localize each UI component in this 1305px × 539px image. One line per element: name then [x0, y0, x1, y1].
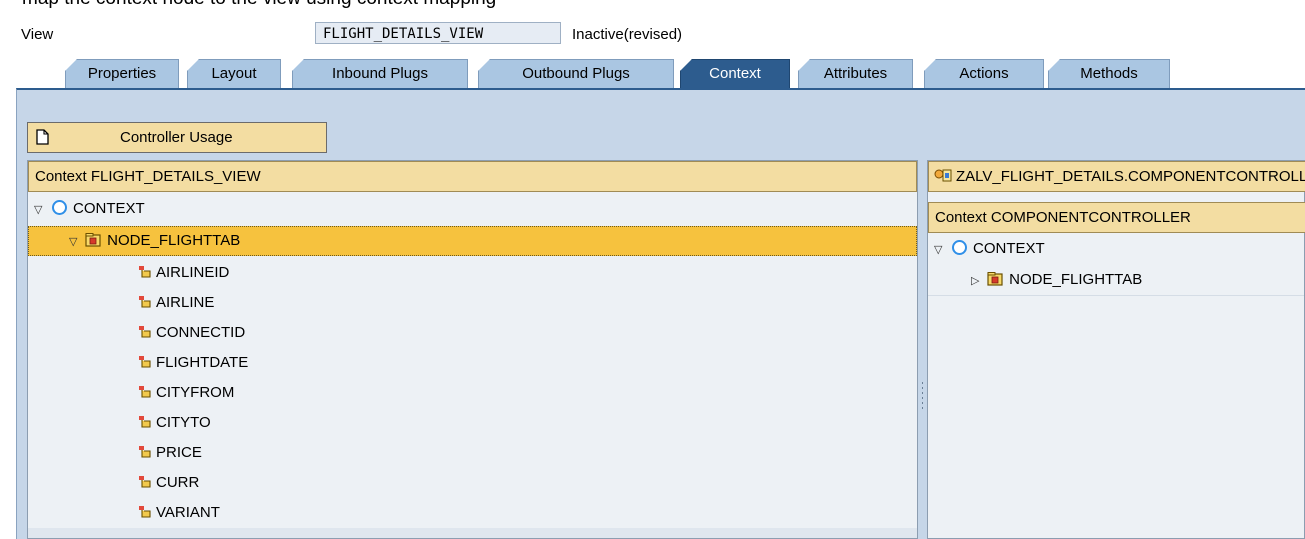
node-flighttab-label: NODE_FLIGHTTAB [107, 232, 241, 249]
expand-down-icon[interactable]: ▽ [934, 235, 946, 265]
panel-splitter[interactable] [921, 380, 924, 410]
component-context-root-row[interactable]: ▽ CONTEXT [934, 234, 1304, 264]
attribute-row[interactable]: CONNECTID [138, 318, 245, 348]
attribute-row[interactable]: CITYTO [138, 408, 211, 438]
view-label: View [21, 26, 54, 43]
attribute-row[interactable]: CURR [138, 468, 199, 498]
tab-outbound-plugs[interactable]: Outbound Plugs [478, 59, 674, 88]
context-node-icon [85, 233, 101, 247]
component-context-header: Context COMPONENTCONTROLLER [928, 202, 1305, 233]
attribute-icon [139, 356, 151, 368]
tab-actions[interactable]: Actions [924, 59, 1044, 88]
attribute-icon [139, 416, 151, 428]
tab-properties[interactable]: Properties [65, 59, 179, 88]
controller-usage-button[interactable]: Controller Usage [27, 122, 327, 153]
component-controller-icon [934, 169, 952, 182]
attribute-label: AIRLINE [156, 294, 215, 311]
expand-right-icon[interactable]: ▷ [971, 266, 983, 296]
component-node-flighttab-row[interactable]: ▷ NODE_FLIGHTTAB [971, 265, 1301, 295]
view-node-flighttab-row[interactable]: ▽ NODE_FLIGHTTAB [28, 226, 917, 256]
attribute-icon [139, 296, 151, 308]
attribute-label: CITYFROM [156, 384, 235, 401]
attribute-icon [139, 476, 151, 488]
attribute-row[interactable]: PRICE [138, 438, 202, 468]
attribute-label: PRICE [156, 444, 202, 461]
view-context-header: Context FLIGHT_DETAILS_VIEW [28, 161, 917, 192]
view-status: Inactive(revised) [572, 26, 683, 43]
context-root-icon [952, 240, 967, 255]
tab-attributes[interactable]: Attributes [798, 59, 913, 88]
attribute-row[interactable]: AIRLINE [138, 288, 214, 318]
tab-layout[interactable]: Layout [187, 59, 281, 88]
view-context-panel: Context FLIGHT_DETAILS_VIEW ▽ CONTEXT ▽ N… [27, 160, 918, 539]
attribute-icon [139, 386, 151, 398]
expand-down-icon[interactable]: ▽ [34, 195, 46, 225]
attribute-label: CITYTO [156, 414, 211, 431]
document-icon [36, 129, 49, 145]
attribute-label: FLIGHTDATE [156, 354, 249, 371]
row-separator [928, 295, 1304, 296]
attribute-icon [139, 506, 151, 518]
context-root-icon [52, 200, 67, 215]
controller-usage-label: Controller Usage [120, 129, 233, 146]
attribute-row[interactable]: CITYFROM [138, 378, 234, 408]
context-root-label: CONTEXT [73, 200, 145, 217]
attribute-row[interactable]: AIRLINEID [138, 258, 229, 288]
tab-bar: Properties Layout Inbound Plugs Outbound… [0, 48, 1305, 88]
component-context-panel: ZALV_FLIGHT_DETAILS.COMPONENTCONTROLLER … [927, 160, 1305, 539]
attribute-row[interactable]: VARIANT [138, 498, 220, 528]
attribute-label: CURR [156, 474, 200, 491]
view-context-root-row[interactable]: ▽ CONTEXT [34, 194, 914, 224]
panel-bottom-strip [28, 528, 917, 538]
tab-context[interactable]: Context [680, 59, 790, 88]
attribute-label: VARIANT [156, 504, 220, 521]
attribute-icon [139, 446, 151, 458]
tab-methods[interactable]: Methods [1048, 59, 1170, 88]
attribute-label: CONNECTID [156, 324, 246, 341]
attribute-icon [139, 266, 151, 278]
tab-inbound-plugs[interactable]: Inbound Plugs [292, 59, 468, 88]
view-row: View FLIGHT_DETAILS_VIEW Inactive(revise… [0, 18, 1305, 48]
context-root-label: CONTEXT [973, 240, 1045, 257]
page-caption: map the context node to the view using c… [22, 0, 496, 10]
attribute-label: AIRLINEID [156, 264, 230, 281]
component-header[interactable]: ZALV_FLIGHT_DETAILS.COMPONENTCONTROLLER [928, 161, 1305, 192]
view-name-field[interactable]: FLIGHT_DETAILS_VIEW [315, 22, 561, 44]
node-flighttab-label: NODE_FLIGHTTAB [1009, 271, 1143, 288]
expand-down-icon[interactable]: ▽ [69, 228, 81, 256]
attribute-icon [139, 326, 151, 338]
context-node-icon [987, 272, 1003, 286]
attribute-row[interactable]: FLIGHTDATE [138, 348, 248, 378]
component-name: ZALV_FLIGHT_DETAILS.COMPONENTCONTROLLER [956, 168, 1305, 185]
